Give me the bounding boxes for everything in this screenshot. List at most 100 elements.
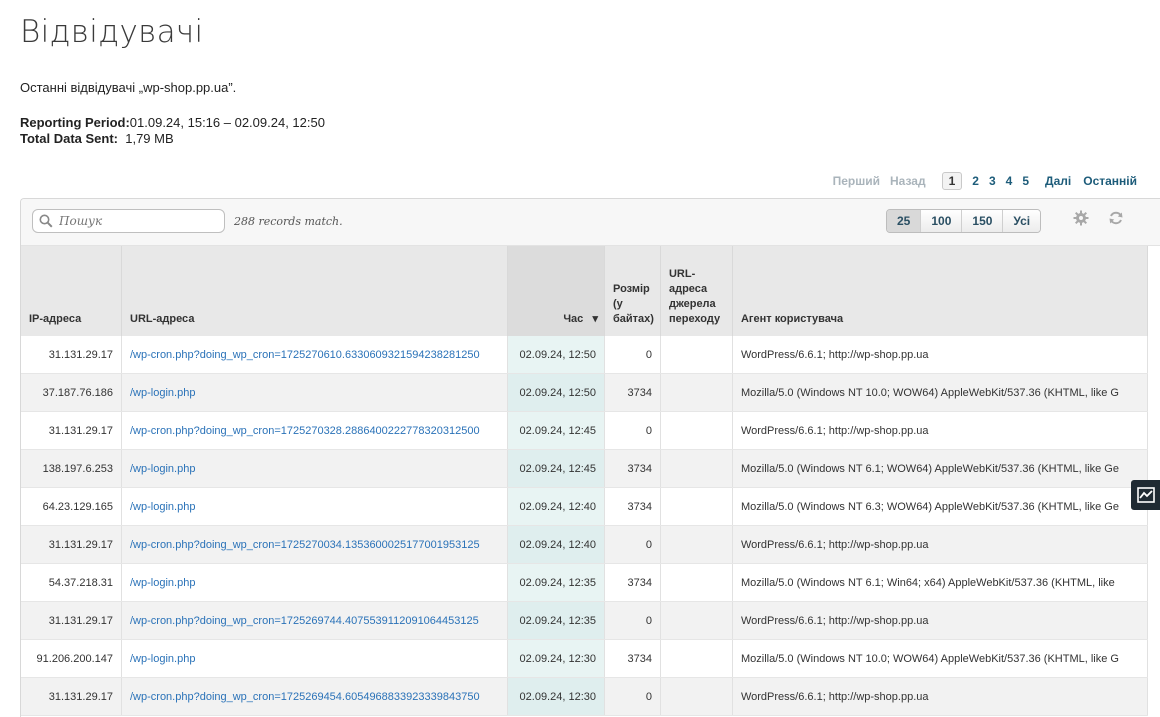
cell-size: 3734 — [604, 449, 661, 488]
cell-time: 02.09.24, 12:40 — [507, 487, 605, 526]
cell-referrer — [660, 563, 733, 602]
cell-size: 0 — [604, 601, 661, 640]
cell-user-agent: Mozilla/5.0 (Windows NT 10.0; WOW64) App… — [732, 373, 1148, 412]
column-header-referrer[interactable]: URL-адреса джерела переходу — [660, 246, 733, 336]
visitors-table-panel: 288 records match. 25 100 150 Усі IP-адр… — [20, 198, 1160, 717]
report-summary: Reporting Period:01.09.24, 15:16 – 02.09… — [20, 115, 325, 147]
table-row: 91.206.200.147/wp-login.php 02.09.24, 12:… — [21, 639, 1148, 678]
cell-ip: 31.131.29.17 — [21, 336, 122, 374]
cell-user-agent: WordPress/6.6.1; http://wp-shop.pp.ua — [732, 601, 1148, 640]
cell-ip: 31.131.29.17 — [21, 601, 122, 640]
visitors-table: IP-адреса URL-адреса Час ▾ Розмір (у бай… — [21, 246, 1148, 716]
records-match: 288 records match. — [234, 215, 343, 228]
pagination-page-3[interactable]: 3 — [989, 174, 996, 188]
cell-referrer — [660, 336, 733, 374]
table-body: 31.131.29.17/wp-cron.php?doing_wp_cron=1… — [21, 336, 1148, 716]
page-size-25[interactable]: 25 — [887, 210, 921, 232]
page-size-150[interactable]: 150 — [961, 210, 1003, 232]
column-header-time[interactable]: Час ▾ — [507, 246, 605, 336]
cell-ip: 54.37.218.31 — [21, 563, 122, 602]
cell-url-link[interactable]: /wp-cron.php?doing_wp_cron=1725269744.40… — [121, 601, 508, 640]
table-row: 31.131.29.17/wp-cron.php?doing_wp_cron=1… — [21, 677, 1148, 716]
cell-time: 02.09.24, 12:35 — [507, 601, 605, 640]
reporting-period-label: Reporting Period: — [20, 115, 130, 130]
table-row: 54.37.218.31/wp-login.php 02.09.24, 12:35… — [21, 563, 1148, 602]
pagination-prev: Назад — [890, 174, 926, 188]
cell-referrer — [660, 677, 733, 716]
table-row: 31.131.29.17/wp-cron.php?doing_wp_cron=1… — [21, 336, 1148, 374]
table-row: 37.187.76.186/wp-login.php 02.09.24, 12:5… — [21, 373, 1148, 412]
cell-user-agent: WordPress/6.6.1; http://wp-shop.pp.ua — [732, 411, 1148, 450]
cell-user-agent: WordPress/6.6.1; http://wp-shop.pp.ua — [732, 336, 1148, 374]
cell-user-agent: Mozilla/5.0 (Windows NT 6.3; WOW64) Appl… — [732, 487, 1148, 526]
search-input[interactable] — [57, 213, 211, 229]
cell-size: 3734 — [604, 373, 661, 412]
cell-ip: 31.131.29.17 — [21, 525, 122, 564]
total-data-label: Total Data Sent: — [20, 131, 118, 146]
column-header-ip[interactable]: IP-адреса — [21, 246, 122, 336]
cell-url-link[interactable]: /wp-login.php — [121, 639, 508, 678]
cell-time: 02.09.24, 12:50 — [507, 336, 605, 374]
cell-size: 0 — [604, 525, 661, 564]
cell-size: 0 — [604, 411, 661, 450]
table-row: 31.131.29.17/wp-cron.php?doing_wp_cron=1… — [21, 411, 1148, 450]
table-header-row: IP-адреса URL-адреса Час ▾ Розмір (у бай… — [21, 246, 1148, 336]
page-size-100[interactable]: 100 — [920, 210, 962, 232]
pagination-page-5[interactable]: 5 — [1022, 174, 1029, 188]
column-header-agent[interactable]: Агент користувача — [732, 246, 1148, 336]
sort-desc-icon: ▾ — [592, 313, 598, 325]
cell-time: 02.09.24, 12:30 — [507, 677, 605, 716]
pagination-last[interactable]: Останній — [1083, 174, 1137, 188]
pagination-first: Перший — [832, 174, 881, 188]
cell-url-link[interactable]: /wp-cron.php?doing_wp_cron=1725269454.60… — [121, 677, 508, 716]
pagination-page-2[interactable]: 2 — [972, 174, 979, 188]
cell-url-link[interactable]: /wp-login.php — [121, 373, 508, 412]
cell-url-link[interactable]: /wp-login.php — [121, 563, 508, 602]
cell-url-link[interactable]: /wp-cron.php?doing_wp_cron=1725270328.28… — [121, 411, 508, 450]
gear-icon[interactable] — [1073, 210, 1089, 226]
reporting-period-value: 01.09.24, 15:16 – 02.09.24, 12:50 — [129, 115, 325, 130]
cell-referrer — [660, 601, 733, 640]
cell-time: 02.09.24, 12:40 — [507, 525, 605, 564]
cell-referrer — [660, 525, 733, 564]
page-size-all[interactable]: Усі — [1002, 210, 1041, 232]
cell-referrer — [660, 449, 733, 488]
search-icon — [39, 214, 53, 228]
cell-url-link[interactable]: /wp-login.php — [121, 449, 508, 488]
refresh-icon[interactable] — [1108, 210, 1124, 226]
pagination-page-1[interactable]: 1 — [941, 172, 963, 190]
total-data-sent: Total Data Sent: 1,79 MB — [20, 131, 325, 147]
cell-ip: 37.187.76.186 — [21, 373, 122, 412]
cell-ip: 31.131.29.17 — [21, 677, 122, 716]
cell-time: 02.09.24, 12:45 — [507, 449, 605, 488]
table-row: 64.23.129.165/wp-login.php 02.09.24, 12:4… — [21, 487, 1148, 526]
cell-referrer — [660, 639, 733, 678]
cell-size: 3734 — [604, 639, 661, 678]
cell-ip: 91.206.200.147 — [21, 639, 122, 678]
search-box[interactable] — [32, 209, 225, 233]
cell-size: 3734 — [604, 487, 661, 526]
cell-url-link[interactable]: /wp-login.php — [121, 487, 508, 526]
cell-url-link[interactable]: /wp-cron.php?doing_wp_cron=1725270034.13… — [121, 525, 508, 564]
cell-time: 02.09.24, 12:35 — [507, 563, 605, 602]
pagination-page-4[interactable]: 4 — [1006, 174, 1013, 188]
total-data-value: 1,79 MB — [125, 131, 174, 146]
page-subtitle: Останні відвідувачі „wp-shop.pp.ua”. — [20, 80, 237, 95]
cell-ip: 138.197.6.253 — [21, 449, 122, 488]
column-header-size[interactable]: Розмір (у байтах) — [604, 246, 661, 336]
column-header-url[interactable]: URL-адреса — [121, 246, 508, 336]
table-row: 31.131.29.17/wp-cron.php?doing_wp_cron=1… — [21, 601, 1148, 640]
cell-user-agent: Mozilla/5.0 (Windows NT 6.1; Win64; x64)… — [732, 563, 1148, 602]
stats-side-button[interactable] — [1131, 480, 1160, 510]
cell-time: 02.09.24, 12:30 — [507, 639, 605, 678]
column-header-time-label: Час — [563, 313, 584, 325]
cell-referrer — [660, 411, 733, 450]
table-toolbar: 288 records match. 25 100 150 Усі — [21, 199, 1160, 246]
page-title: Відвідувачі — [20, 14, 204, 50]
cell-user-agent: WordPress/6.6.1; http://wp-shop.pp.ua — [732, 525, 1148, 564]
page-size-selector: 25 100 150 Усі — [886, 209, 1042, 233]
table-row: 31.131.29.17/wp-cron.php?doing_wp_cron=1… — [21, 525, 1148, 564]
table-row: 138.197.6.253/wp-login.php 02.09.24, 12:4… — [21, 449, 1148, 488]
pagination-next[interactable]: Далі — [1045, 174, 1071, 188]
cell-url-link[interactable]: /wp-cron.php?doing_wp_cron=1725270610.63… — [121, 336, 508, 374]
